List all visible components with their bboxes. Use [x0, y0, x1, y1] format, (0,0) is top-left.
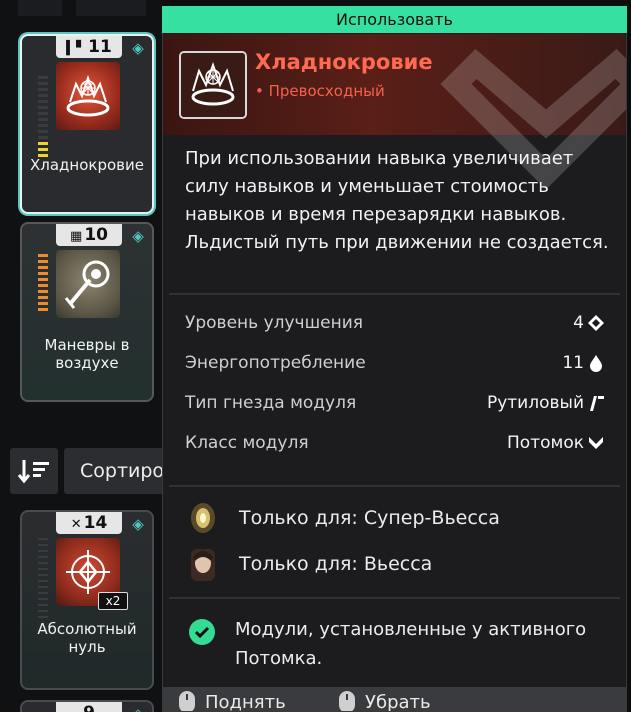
tier-diamond-icon: ◈	[132, 227, 144, 245]
upgrade-diamond-icon	[588, 315, 604, 331]
stat-upgrade-level: Уровень улучшения 4	[185, 313, 605, 337]
stat-label: Уровень улучшения	[185, 313, 364, 333]
stat-module-class: Класс модуля Потомок	[185, 433, 605, 457]
descendant-class-icon	[589, 437, 603, 449]
rutile-socket-icon	[590, 396, 604, 411]
rutile-socket-icon: ▍▘	[66, 41, 87, 56]
cold-blooded-module-icon	[56, 62, 120, 130]
equipped-note-text: Модули, установленные у активного Потомк…	[235, 619, 587, 669]
stat-energy: Энергопотребление 11	[185, 353, 605, 377]
module-capacity-badge: 9	[56, 702, 122, 712]
energy-bars	[38, 254, 48, 314]
mouse-icon	[179, 691, 195, 711]
stat-value: Потомок	[507, 433, 584, 453]
viessa-portrait	[191, 549, 215, 581]
module-card-absolute-zero[interactable]: ✕ 14 ◈ x2 Абсолютный нуль	[20, 510, 154, 690]
module-title: Хладнокровие	[255, 50, 433, 74]
module-capacity-badge: ▍▘ 11	[56, 36, 122, 58]
module-card-partial[interactable]: 9 ◈	[20, 700, 154, 712]
stat-value: 4	[573, 313, 584, 333]
module-capacity-badge: ▦ 10	[56, 224, 122, 246]
module-card-air-maneuvers[interactable]: ▦ 10 ◈ Маневры в воздухе	[20, 222, 154, 402]
divider	[169, 597, 620, 599]
ultimate-viessa-portrait	[191, 503, 215, 533]
remove-action[interactable]: Убрать	[339, 691, 431, 712]
sort-dropdown[interactable]: Сортировка	[64, 448, 174, 494]
module-name: Маневры в воздухе	[44, 336, 130, 372]
tier-diamond-icon: ◈	[128, 704, 148, 712]
cold-blooded-module-icon	[179, 51, 247, 119]
energy-bars	[38, 76, 48, 160]
module-capacity-badge: ✕ 14	[56, 512, 122, 534]
check-circle-icon	[189, 619, 215, 645]
stat-label: Энергопотребление	[185, 353, 366, 373]
sort-icon	[17, 460, 49, 484]
action-label: Поднять	[205, 691, 286, 712]
stat-label: Класс модуля	[185, 433, 309, 453]
divider	[169, 485, 620, 487]
requirement-text: Только для: Супер-Вьесса	[239, 507, 500, 529]
sort-order-button[interactable]	[10, 448, 58, 494]
divider	[169, 293, 620, 295]
stat-value: Рутиловый	[486, 393, 584, 413]
tier-diamond-icon: ◈	[132, 515, 144, 533]
module-rarity: • Превосходный	[255, 82, 385, 100]
stat-label: Тип гнезда модуля	[185, 393, 357, 413]
almandine-socket-icon: ▦	[70, 229, 83, 244]
requirement-ultimate-viessa: Только для: Супер-Вьесса	[187, 501, 607, 535]
module-list-panel: ▍▘ 11 ◈ Хладнокровие ▦ 10 ◈ Маневры в во…	[0, 0, 174, 712]
module-name: Хладнокровие	[30, 156, 144, 174]
module-description: При использовании навыка увеличивает сил…	[185, 148, 609, 253]
module-count-badge: x2	[98, 592, 128, 610]
stat-socket-type: Тип гнезда модуля Рутиловый	[185, 393, 605, 417]
requirement-text: Только для: Вьесса	[239, 553, 433, 575]
tooltip-header: Хладнокровие • Превосходный	[163, 34, 626, 190]
action-bar: Поднять Убрать	[163, 687, 626, 712]
air-maneuvers-module-icon	[56, 250, 120, 318]
module-tooltip: Хладнокровие • Превосходный При использо…	[162, 6, 627, 712]
action-label: Убрать	[365, 691, 431, 712]
requirement-viessa: Только для: Вьесса	[187, 547, 607, 581]
lift-action[interactable]: Поднять	[179, 691, 286, 712]
use-button[interactable]: Использовать	[162, 6, 627, 33]
module-name: Абсолютный нуль	[37, 620, 137, 656]
previous-row-strip	[18, 0, 62, 16]
module-card-cold-blooded[interactable]: ▍▘ 11 ◈ Хладнокровие	[20, 34, 154, 214]
previous-row-strip	[76, 0, 146, 16]
drop-icon	[590, 355, 602, 372]
stat-value: 11	[562, 353, 584, 373]
energy-bars	[38, 538, 48, 622]
xantic-socket-icon: ✕	[70, 517, 82, 532]
mouse-icon	[339, 691, 355, 711]
tier-diamond-icon: ◈	[132, 39, 144, 57]
